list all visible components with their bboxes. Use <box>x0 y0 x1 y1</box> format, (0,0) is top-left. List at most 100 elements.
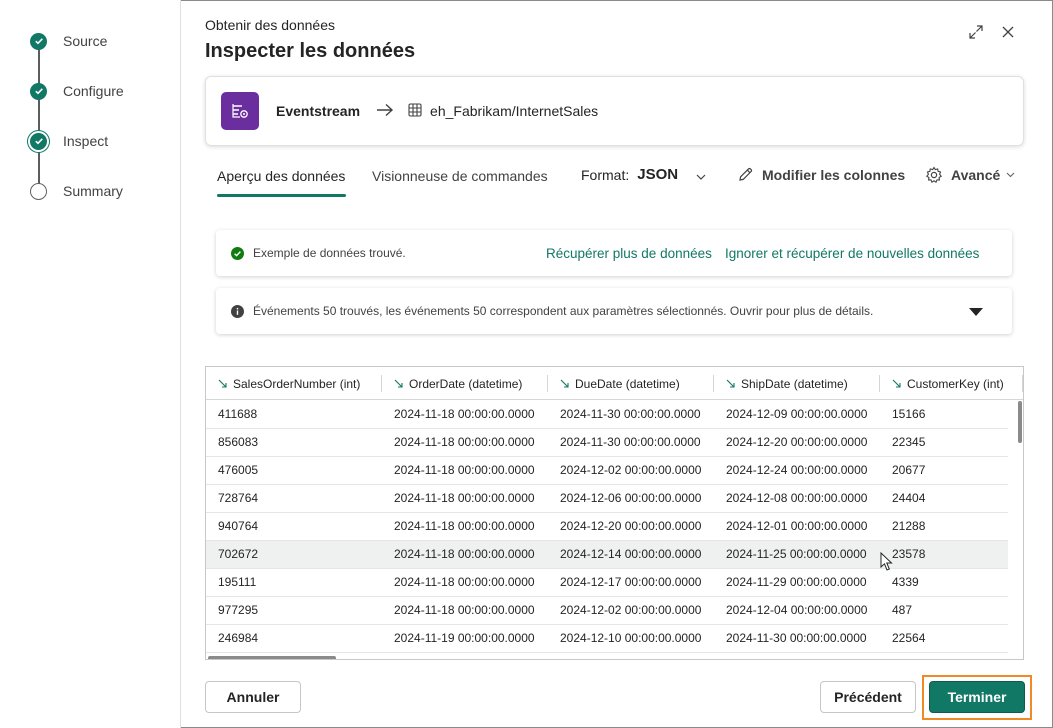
edit-columns-button[interactable]: Modifier les colonnes <box>737 166 905 183</box>
fetch-more-link[interactable]: Récupérer plus de données <box>546 246 712 261</box>
chevron-down-icon <box>1006 172 1015 178</box>
expand-icon[interactable] <box>966 22 986 42</box>
table-cell: 15166 <box>892 407 926 421</box>
step-inspect[interactable]: Inspect <box>30 131 108 151</box>
table-cell: 2024-12-02 00:00:00.0000 <box>560 463 702 477</box>
eventstream-icon <box>221 92 259 130</box>
finish-button[interactable]: Terminer <box>929 681 1025 713</box>
format-value: JSON <box>637 166 679 183</box>
table-cell: 2024-12-04 00:00:00.0000 <box>726 603 868 617</box>
sample-found-message: Exemple de données trouvé. Récupérer plu… <box>216 230 1012 276</box>
close-icon[interactable] <box>998 22 1018 42</box>
table-cell: 2024-12-10 00:00:00.0000 <box>560 631 702 645</box>
table-row[interactable]: 411688 2024-11-18 00:00:00.0000 2024-11-30… <box>206 401 1008 429</box>
step-label: Source <box>63 33 108 49</box>
table-cell: 2024-11-30 00:00:00.0000 <box>726 631 867 645</box>
column-header-label: SalesOrderNumber (int) <box>233 376 361 391</box>
table-cell: 2024-11-18 00:00:00.0000 <box>394 435 535 449</box>
step-summary[interactable]: Summary <box>30 181 123 201</box>
discard-fetch-link[interactable]: Ignorer et récupérer de nouvelles donnée… <box>725 246 979 261</box>
table-icon <box>408 102 422 120</box>
tab-command-viewer[interactable]: Visionneuse de commandes <box>372 168 548 184</box>
active-tab-indicator <box>217 194 346 197</box>
check-icon <box>30 82 47 100</box>
tab-data-preview[interactable]: Aperçu des données <box>217 168 345 184</box>
empty-circle-icon <box>30 182 47 200</box>
table-cell: 977295 <box>218 603 259 617</box>
table-cell: 21288 <box>892 519 926 533</box>
step-label: Configure <box>63 83 124 99</box>
table-cell: 246984 <box>218 631 259 645</box>
mouse-cursor-icon <box>880 551 894 575</box>
table-cell: 2024-11-18 00:00:00.0000 <box>394 519 535 533</box>
column-type-icon <box>560 379 570 389</box>
table-cell: 2024-11-18 00:00:00.0000 <box>394 575 535 589</box>
table-cell: 22564 <box>892 631 926 645</box>
step-label: Summary <box>63 183 123 199</box>
table-row[interactable]: 940764 2024-11-18 00:00:00.0000 2024-12-20… <box>206 513 1008 541</box>
table-cell: 2024-12-20 00:00:00.0000 <box>726 435 868 449</box>
step-label: Inspect <box>63 133 109 149</box>
caret-down-icon[interactable] <box>968 307 984 317</box>
table-cell: 856083 <box>218 435 259 449</box>
table-row[interactable]: 246984 2024-11-19 00:00:00.0000 2024-12-10… <box>206 625 1008 653</box>
table-cell: 2024-11-18 00:00:00.0000 <box>394 603 535 617</box>
table-cell: 2024-12-02 00:00:00.0000 <box>560 603 702 617</box>
table-cell: 2024-11-25 00:00:00.0000 <box>726 547 867 561</box>
horizontal-scrollbar[interactable] <box>208 656 336 659</box>
grid-header: SalesOrderNumber (int) OrderDate (dateti… <box>206 367 1023 400</box>
page-title: Inspecter les données <box>205 40 416 62</box>
table-row[interactable]: 856083 2024-11-18 00:00:00.0000 2024-11-30… <box>206 429 1008 457</box>
table-cell: 2024-11-18 00:00:00.0000 <box>394 491 535 505</box>
table-cell: 2024-11-30 00:00:00.0000 <box>560 435 701 449</box>
pencil-icon <box>737 166 754 183</box>
column-type-icon <box>726 379 736 389</box>
table-cell: 2024-11-29 00:00:00.0000 <box>726 575 867 589</box>
success-icon <box>231 246 244 260</box>
table-cell: 20677 <box>892 463 926 477</box>
advanced-dropdown[interactable]: Avancé <box>925 166 1015 184</box>
events-info-message[interactable]: Événements 50 trouvés, les événements 50… <box>216 288 1012 334</box>
table-cell: 411688 <box>218 407 258 421</box>
wizard-stepper: Source Configure Inspect Summary <box>0 0 181 728</box>
previous-button[interactable]: Précédent <box>820 681 916 713</box>
column-type-icon <box>218 379 228 389</box>
table-cell: 23578 <box>892 547 926 561</box>
format-dropdown[interactable]: Format: JSON <box>581 166 706 183</box>
table-cell: 2024-12-01 00:00:00.0000 <box>726 519 868 533</box>
column-header[interactable]: OrderDate (datetime) <box>382 367 548 400</box>
table-cell: 2024-12-14 00:00:00.0000 <box>560 547 702 561</box>
source-summary-card: Eventstream eh_Fabrikam/InternetSales <box>205 76 1024 146</box>
data-preview-grid[interactable]: SalesOrderNumber (int) OrderDate (dateti… <box>205 366 1024 660</box>
table-cell: 2024-12-17 00:00:00.0000 <box>560 575 702 589</box>
info-icon <box>231 304 244 318</box>
table-row[interactable]: 728764 2024-11-18 00:00:00.0000 2024-12-06… <box>206 485 1008 513</box>
vertical-scrollbar[interactable] <box>1018 401 1022 443</box>
table-cell: 728764 <box>218 491 259 505</box>
column-header[interactable]: DueDate (datetime) <box>548 367 714 400</box>
table-cell: 702672 <box>218 547 259 561</box>
gear-icon <box>925 166 943 184</box>
table-cell: 2024-11-19 00:00:00.0000 <box>394 631 535 645</box>
column-header[interactable]: ShipDate (datetime) <box>714 367 880 400</box>
events-info-text: Événements 50 trouvés, les événements 50… <box>253 304 874 318</box>
table-cell: 2024-12-08 00:00:00.0000 <box>726 491 868 505</box>
table-row[interactable]: 977295 2024-11-18 00:00:00.0000 2024-12-02… <box>206 597 1008 625</box>
table-cell: 476005 <box>218 463 259 477</box>
step-configure[interactable]: Configure <box>30 81 124 101</box>
table-cell: 22345 <box>892 435 926 449</box>
table-cell: 2024-12-24 00:00:00.0000 <box>726 463 868 477</box>
arrow-right-icon <box>376 103 394 120</box>
column-header[interactable]: CustomerKey (int) <box>880 367 1023 400</box>
column-header-label: ShipDate (datetime) <box>741 376 848 391</box>
step-source[interactable]: Source <box>30 31 107 51</box>
table-cell: 2024-11-18 00:00:00.0000 <box>394 407 535 421</box>
sample-found-text: Exemple de données trouvé. <box>253 246 406 260</box>
column-header[interactable]: SalesOrderNumber (int) <box>206 367 382 400</box>
format-label: Format: <box>581 166 630 183</box>
table-cell: 2024-11-18 00:00:00.0000 <box>394 463 535 477</box>
table-row[interactable]: 476005 2024-11-18 00:00:00.0000 2024-12-02… <box>206 457 1008 485</box>
table-cell: 487 <box>892 603 913 617</box>
cancel-button[interactable]: Annuler <box>205 681 301 713</box>
column-type-icon <box>892 379 902 389</box>
